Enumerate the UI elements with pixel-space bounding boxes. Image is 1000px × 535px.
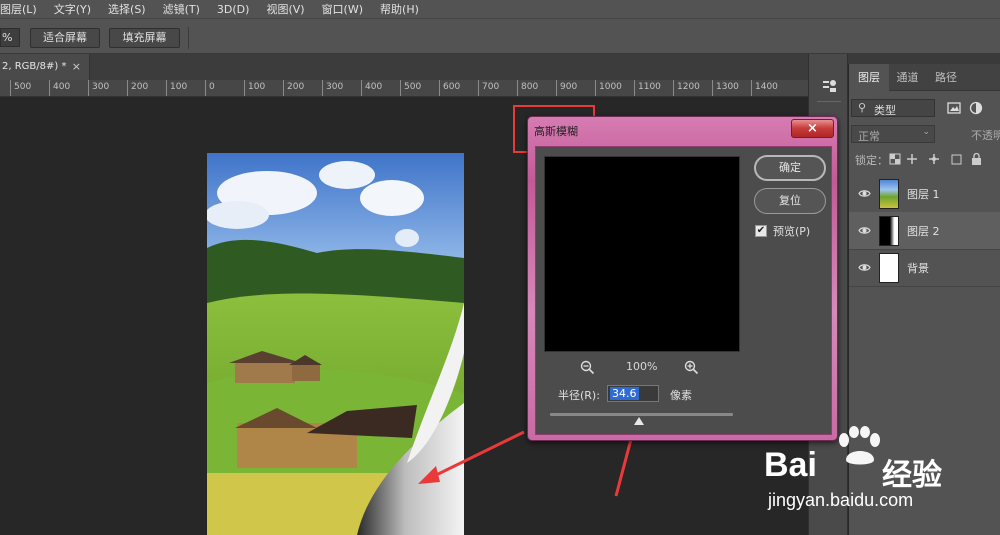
layer-name: 背景 — [907, 262, 929, 275]
reset-button[interactable]: 复位 — [754, 188, 826, 214]
dialog-title: 高斯模糊 — [534, 125, 578, 138]
preview-checkbox[interactable]: ✔ — [755, 225, 767, 237]
radius-slider-track[interactable] — [550, 413, 733, 416]
dialog-body: 100% 确定 复位 ✔ 预览(P) 半径(R): 34.6 像素 — [535, 146, 832, 435]
zoom-out-icon[interactable] — [580, 360, 595, 375]
watermark-brand-cn: 经验 — [882, 458, 942, 493]
layer-name: 图层 1 — [907, 188, 940, 201]
panel-strip-divider — [817, 101, 841, 102]
lock-icons — [889, 153, 981, 166]
layer-row[interactable]: 图层 1 — [849, 175, 1000, 213]
tab-channels[interactable]: 通道 — [889, 64, 926, 91]
radius-input[interactable]: 34.6 — [607, 385, 659, 402]
watermark-url: jingyan.baidu.com — [768, 490, 914, 510]
layer-filter-select[interactable]: ⚲ 类型 — [851, 99, 935, 117]
radius-slider-thumb[interactable] — [634, 417, 644, 425]
layer-thumbnail — [879, 216, 899, 246]
preview-checkbox-label: 预览(P) — [773, 225, 811, 238]
zoom-in-icon[interactable] — [684, 360, 699, 375]
checkmark-icon: ✔ — [756, 225, 766, 236]
lock-position-icon[interactable] — [929, 154, 939, 164]
adjustment-filter-icon[interactable] — [969, 101, 983, 115]
lock-transparent-icon[interactable] — [889, 153, 901, 165]
layer-row[interactable]: 背景 — [849, 249, 1000, 287]
blend-mode-select[interactable]: 正常 ⌄ — [851, 125, 935, 143]
blur-preview[interactable] — [544, 156, 740, 352]
close-icon[interactable]: × — [791, 119, 834, 138]
radius-value: 34.6 — [610, 387, 639, 400]
baidu-watermark: Bai 经验 jingyan.baidu.com — [762, 426, 998, 516]
layer-row[interactable]: 图层 2 — [849, 212, 1000, 250]
zoom-level: 100% — [626, 360, 658, 373]
layer-name: 图层 2 — [907, 225, 940, 238]
eye-icon[interactable] — [858, 187, 871, 200]
properties-icon[interactable] — [821, 78, 837, 94]
chevron-down-icon: ⌄ — [922, 127, 930, 137]
filter-label: 类型 — [874, 104, 896, 117]
lock-all-icon[interactable] — [972, 153, 981, 166]
lock-image-icon[interactable] — [907, 154, 917, 164]
opacity-label: 不透明 — [971, 129, 1000, 142]
layer-thumbnail — [879, 253, 899, 283]
ok-button[interactable]: 确定 — [754, 155, 826, 181]
radius-unit: 像素 — [670, 389, 692, 402]
gaussian-blur-dialog: 高斯模糊 × 100% 确定 复位 ✔ 预览(P) 半径(R): 34.6 像素 — [527, 116, 838, 441]
filter-search-icon: ⚲ — [858, 101, 867, 114]
tab-paths[interactable]: 路径 — [926, 64, 966, 91]
eye-icon[interactable] — [858, 224, 871, 237]
watermark-brand: Bai — [764, 446, 817, 484]
eye-icon[interactable] — [858, 261, 871, 274]
tab-layers[interactable]: 图层 — [849, 64, 889, 91]
panel-tabs: 图层 通道 路径 — [849, 64, 1000, 91]
paw-logo-icon — [839, 426, 880, 465]
blend-mode-value: 正常 — [858, 130, 880, 143]
image-filter-icon[interactable] — [947, 101, 961, 115]
lock-artboard-icon[interactable] — [951, 154, 962, 165]
layer-thumbnail — [879, 179, 899, 209]
radius-label: 半径(R): — [558, 389, 600, 402]
lock-label: 锁定： — [855, 154, 888, 167]
